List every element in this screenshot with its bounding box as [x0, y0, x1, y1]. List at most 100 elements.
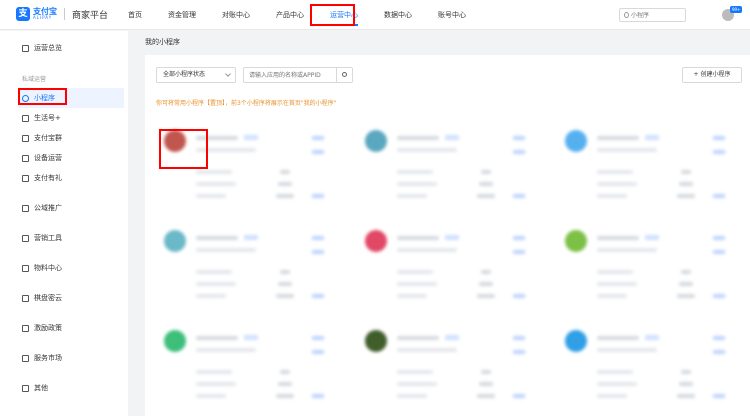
sidebar-item-cloud[interactable]: 棋盘密云 — [22, 293, 62, 303]
pin-notice: 你可将常用小程序【置顶】，前3个小程序将展示在首页"我的小程序" — [156, 100, 337, 107]
app-search-input[interactable] — [244, 68, 336, 82]
sidebar-item-material[interactable]: 物料中心 — [22, 263, 62, 273]
app-id — [196, 348, 256, 352]
brand-name-en: ALIPAY — [33, 15, 53, 20]
info-line — [597, 170, 633, 174]
mini-program-card[interactable] — [152, 222, 337, 314]
app-id — [196, 148, 256, 152]
info-line — [397, 294, 427, 298]
sidebar-item-promotion[interactable]: 公域推广 — [22, 203, 62, 213]
info-line — [397, 182, 437, 186]
platform-title: 商家平台 — [72, 10, 109, 21]
notification-badge: 99+ — [730, 6, 743, 13]
status-filter-select[interactable]: 全部小程序状态 — [156, 67, 236, 83]
app-name — [597, 336, 639, 340]
info-line — [196, 282, 236, 286]
info-value — [677, 194, 695, 198]
device-icon — [22, 154, 29, 162]
nav-reconciliation[interactable]: 对账中心 — [222, 0, 250, 30]
sidebar-item-overview[interactable]: 运营总览 — [22, 43, 62, 53]
create-mini-program-button[interactable]: + 创建小程序 — [682, 67, 742, 83]
info-value — [681, 170, 691, 174]
manage-link — [713, 236, 725, 240]
global-search[interactable] — [619, 8, 686, 22]
more-link — [312, 250, 324, 254]
status-tag — [645, 235, 659, 240]
info-line — [397, 270, 433, 274]
sidebar-item-incentive[interactable]: 激励政策 — [22, 323, 62, 333]
logo-divider — [64, 8, 65, 20]
info-value — [278, 382, 292, 386]
mini-program-card[interactable] — [353, 122, 538, 214]
sidebar-item-group[interactable]: 支付宝群 — [22, 133, 62, 143]
market-icon — [22, 354, 29, 362]
mini-program-card[interactable] — [353, 222, 538, 314]
info-line — [597, 270, 633, 274]
info-value — [481, 370, 491, 374]
app-name — [397, 236, 439, 240]
global-search-input[interactable] — [631, 11, 685, 19]
sidebar-group-private: 私域运营 — [22, 76, 47, 83]
app-name — [196, 136, 238, 140]
overview-icon — [22, 44, 29, 52]
sidebar-item-life-account[interactable]: 生活号+ — [22, 113, 61, 123]
more-link — [312, 150, 324, 154]
info-value — [681, 270, 691, 274]
nav-products[interactable]: 产品中心 — [276, 0, 304, 30]
nav-account[interactable]: 账号中心 — [438, 0, 466, 30]
mini-program-card[interactable] — [152, 122, 337, 214]
mini-program-icon — [22, 94, 29, 102]
mini-program-card[interactable] — [553, 122, 738, 214]
sidebar-item-mini-program[interactable]: 小程序 — [22, 93, 55, 103]
nav-funds[interactable]: 资金管理 — [168, 0, 196, 30]
app-id — [597, 248, 657, 252]
app-search-button[interactable] — [336, 68, 352, 82]
mini-program-card[interactable] — [553, 222, 738, 314]
info-value — [477, 294, 495, 298]
detail-link — [312, 394, 324, 398]
material-icon — [22, 264, 29, 272]
detail-link — [713, 194, 725, 198]
info-value — [679, 382, 693, 386]
manage-link — [513, 336, 525, 340]
nav-home[interactable]: 首页 — [128, 0, 142, 30]
info-line — [597, 182, 637, 186]
more-link — [513, 250, 525, 254]
sidebar-item-other[interactable]: 其他 — [22, 383, 48, 393]
sidebar: 运营总览 私域运营 小程序 生活号+ 支付宝群 设备运营 支付有礼 公域推广 营… — [0, 31, 128, 416]
status-tag — [244, 235, 258, 240]
sidebar-item-device[interactable]: 设备运营 — [22, 153, 62, 163]
info-value — [681, 370, 691, 374]
nav-data[interactable]: 数据中心 — [384, 0, 412, 30]
sidebar-item-gift[interactable]: 支付有礼 — [22, 173, 62, 183]
info-line — [196, 182, 236, 186]
info-line — [397, 170, 433, 174]
status-tag — [645, 335, 659, 340]
info-line — [196, 270, 232, 274]
brand-logo[interactable]: 支 支付宝 ALIPAY 商家平台 — [16, 7, 108, 21]
breadcrumb: 我的小程序 — [145, 38, 180, 46]
info-line — [196, 382, 236, 386]
mini-program-card[interactable] — [353, 322, 538, 414]
mini-program-card[interactable] — [152, 322, 337, 414]
sidebar-item-market[interactable]: 服务市场 — [22, 353, 62, 363]
app-name — [397, 336, 439, 340]
info-value — [677, 394, 695, 398]
info-line — [196, 394, 226, 398]
top-bar: 支 支付宝 ALIPAY 商家平台 首页 资金管理 对账中心 产品中心 运营中心… — [0, 0, 750, 30]
app-id — [397, 348, 457, 352]
info-value — [276, 394, 294, 398]
info-value — [481, 270, 491, 274]
info-value — [276, 294, 294, 298]
nav-operations[interactable]: 运营中心 — [330, 0, 358, 30]
cloud-icon — [22, 294, 29, 302]
app-id — [597, 348, 657, 352]
status-tag — [445, 135, 459, 140]
app-icon — [565, 130, 587, 152]
mini-program-card[interactable] — [553, 322, 738, 414]
info-value — [479, 182, 493, 186]
info-line — [597, 294, 627, 298]
search-icon — [624, 12, 629, 18]
app-icon — [365, 130, 387, 152]
sidebar-item-marketing[interactable]: 营销工具 — [22, 233, 62, 243]
